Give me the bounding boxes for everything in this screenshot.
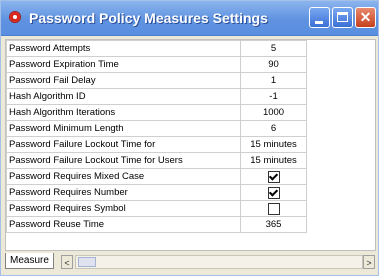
close-icon: ✕: [359, 9, 372, 25]
table-row: Password Failure Lockout Time for 15 min…: [6, 136, 375, 153]
setting-label: Password Requires Number: [6, 184, 241, 201]
setting-value[interactable]: 5: [239, 40, 308, 57]
setting-value[interactable]: 6: [239, 120, 308, 137]
window-title: Password Policy Measures Settings: [29, 10, 268, 26]
table-row: Password Fail Delay 1: [6, 72, 375, 89]
table-row: Password Requires Mixed Case: [6, 168, 375, 185]
setting-label: Password Requires Mixed Case: [6, 168, 241, 185]
setting-value[interactable]: 365: [239, 216, 308, 233]
setting-label: Password Fail Delay: [6, 72, 241, 89]
table-row: Hash Algorithm ID -1: [6, 88, 375, 105]
setting-label: Password Expiration Time: [6, 56, 241, 73]
settings-table: Password Attempts 5 Password Expiration …: [6, 40, 375, 233]
setting-value[interactable]: 1: [239, 72, 308, 89]
oracle-o-icon: [9, 11, 21, 23]
maximize-button[interactable]: [332, 7, 353, 28]
minimize-button[interactable]: [309, 7, 330, 28]
title-bar[interactable]: Password Policy Measures Settings ✕: [1, 1, 378, 36]
horizontal-scrollbar[interactable]: [75, 255, 363, 269]
table-row: Password Attempts 5: [6, 40, 375, 57]
setting-value[interactable]: 15 minutes: [239, 136, 308, 153]
table-row: Password Requires Number: [6, 184, 375, 201]
maximize-icon: [337, 12, 348, 22]
table-row: Password Failure Lockout Time for Users …: [6, 152, 375, 169]
sheet-tab-bar: Measure < >: [5, 253, 376, 271]
setting-label: Password Minimum Length: [6, 120, 241, 137]
setting-label: Hash Algorithm Iterations: [6, 104, 241, 121]
table-row: Password Reuse Time 365: [6, 216, 375, 233]
table-row: Hash Algorithm Iterations 1000: [6, 104, 375, 121]
settings-window: Password Policy Measures Settings ✕ Pass…: [0, 0, 379, 276]
table-row: Password Requires Symbol: [6, 200, 375, 217]
setting-value[interactable]: 90: [239, 56, 308, 73]
minimize-icon: [315, 21, 323, 24]
setting-label: Password Requires Symbol: [6, 200, 241, 217]
setting-value[interactable]: 15 minutes: [239, 152, 308, 169]
setting-value[interactable]: -1: [239, 88, 308, 105]
symbol-checkbox[interactable]: [267, 202, 280, 215]
setting-label: Hash Algorithm ID: [6, 88, 241, 105]
setting-label: Password Failure Lockout Time for: [6, 136, 241, 153]
tab-measure[interactable]: Measure: [5, 253, 54, 269]
table-row: Password Expiration Time 90: [6, 56, 375, 73]
table-row: Password Minimum Length 6: [6, 120, 375, 137]
setting-label: Password Failure Lockout Time for Users: [6, 152, 241, 169]
number-checkbox[interactable]: [267, 186, 280, 199]
setting-label: Password Reuse Time: [6, 216, 241, 233]
setting-value[interactable]: 1000: [239, 104, 308, 121]
chevron-left-icon: <: [64, 258, 70, 268]
scroll-left-button[interactable]: <: [61, 255, 73, 269]
scrollbar-thumb[interactable]: [78, 257, 96, 267]
scroll-right-button[interactable]: >: [363, 255, 375, 269]
setting-label: Password Attempts: [6, 40, 241, 57]
settings-grid-panel: Password Attempts 5 Password Expiration …: [5, 39, 376, 251]
close-button[interactable]: ✕: [355, 7, 376, 28]
mixed-case-checkbox[interactable]: [267, 170, 280, 183]
chevron-right-icon: >: [366, 258, 372, 268]
